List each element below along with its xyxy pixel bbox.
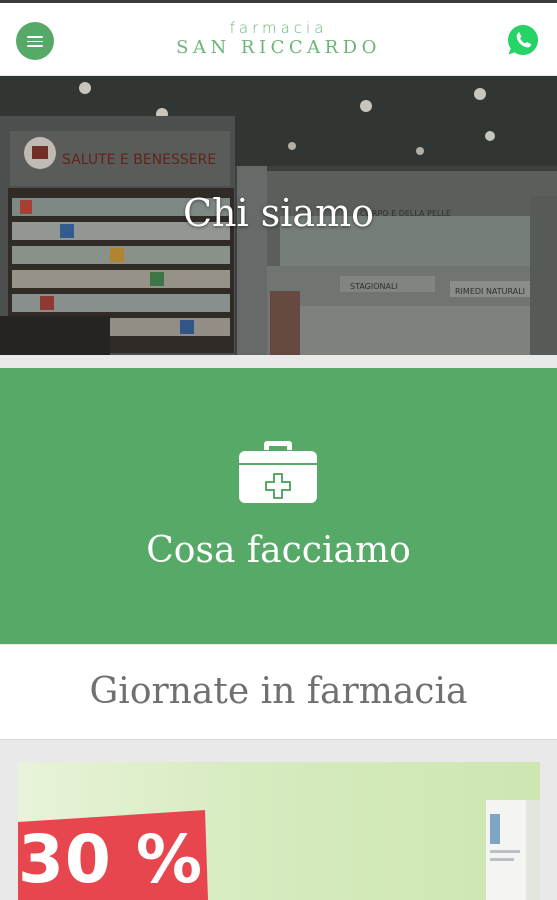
cosa-facciamo-title: Cosa facciamo <box>146 530 411 571</box>
chi-siamo-title: Chi siamo <box>182 191 374 235</box>
whatsapp-icon <box>507 24 539 55</box>
chi-siamo-banner[interactable]: SALUTE E BENESSERE CORPO E DELLA PELLE S… <box>0 76 557 355</box>
logo-bottom-text: SAN RICCARDO <box>176 37 381 58</box>
giornate-in-farmacia-title: Giornate in farmacia <box>89 671 468 712</box>
site-logo[interactable]: farmacia SAN RICCARDO <box>140 19 417 59</box>
cosa-facciamo-section[interactable] <box>0 368 557 644</box>
logo-top-text: farmacia <box>229 19 328 37</box>
hamburger-menu-icon <box>27 36 43 47</box>
menu-button[interactable] <box>16 22 54 60</box>
product-box-image <box>486 800 540 900</box>
first-aid-kit-icon <box>239 441 317 503</box>
discount-text: 30 % <box>18 821 203 898</box>
whatsapp-button[interactable] <box>506 23 540 57</box>
site-header: farmacia SAN RICCARDO <box>0 3 557 75</box>
